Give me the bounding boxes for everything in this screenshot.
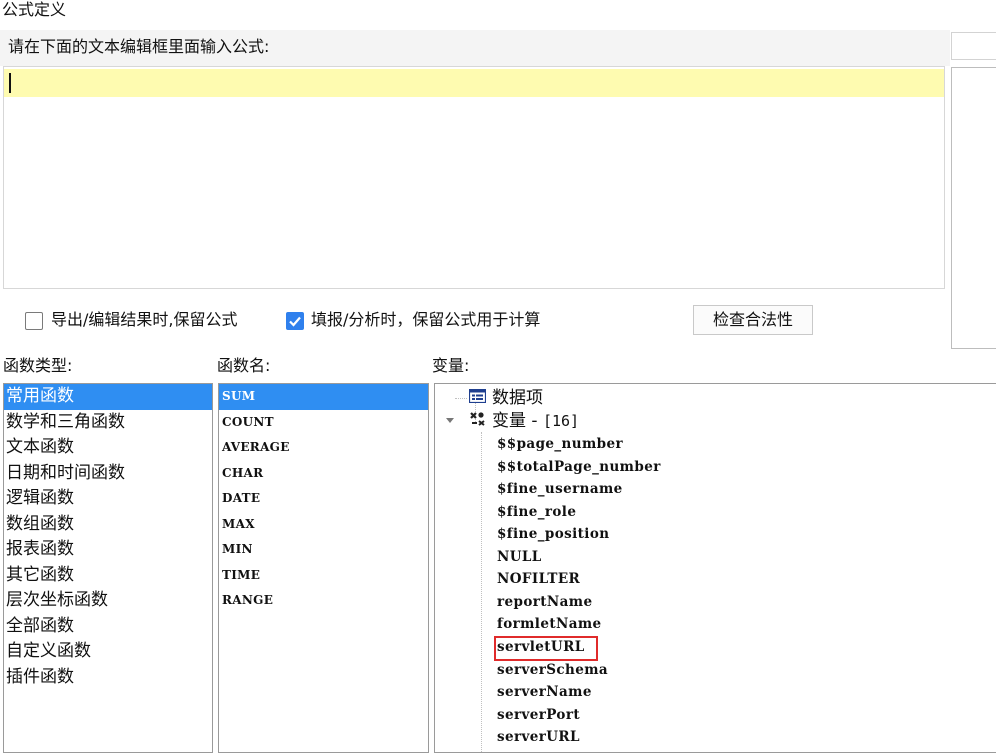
function-name-list[interactable]: SUM COUNT AVERAGE CHAR DATE MAX MIN TIME… [218,383,429,753]
variable-item[interactable]: $fine_role [497,501,576,523]
search-input[interactable] [951,32,996,60]
function-name-item[interactable]: AVERAGE [219,435,428,461]
function-type-item[interactable]: 逻辑函数 [4,486,212,512]
function-name-item[interactable]: MAX [219,512,428,538]
variables-count: [16] [542,412,580,430]
function-type-item[interactable]: 其它函数 [4,563,212,589]
function-type-item[interactable]: 自定义函数 [4,639,212,665]
function-name-item[interactable]: CHAR [219,461,428,487]
editor-instruction: 请在下面的文本编辑框里面输入公式: [8,37,270,56]
keep-formula-export-label[interactable]: 导出/编辑结果时,保留公式 [51,309,237,331]
current-line-highlight [4,69,944,97]
variable-tree[interactable]: 数据项 变量 - [16] $$page_number $$totalPage_… [434,383,996,753]
function-type-item[interactable]: 日期和时间函数 [4,461,212,487]
variable-item[interactable]: reportName [497,591,592,613]
function-type-item[interactable]: 文本函数 [4,435,212,461]
variable-item[interactable]: $fine_username [497,478,623,500]
variable-item[interactable]: NULL [497,546,542,568]
expand-arrow-icon[interactable] [444,411,456,433]
function-type-item[interactable]: 插件函数 [4,665,212,691]
variable-item[interactable]: formletName [497,613,602,635]
function-name-heading: 函数名: [217,356,271,375]
description-panel [951,67,996,349]
window-title: 公式定义 [2,0,67,19]
highlight-box [494,636,598,661]
variable-item[interactable]: $fine_position [497,523,609,545]
variable-heading: 变量: [432,356,470,375]
function-name-item[interactable]: COUNT [219,410,428,436]
keep-formula-fill-checkbox[interactable] [286,312,304,330]
function-type-item[interactable]: 层次坐标函数 [4,588,212,614]
function-name-item[interactable]: RANGE [219,588,428,614]
tree-node-data-items[interactable]: 数据项 [468,387,543,409]
tree-connector [455,398,467,399]
variable-item[interactable]: serverURL [497,726,580,748]
function-name-item[interactable]: MIN [219,537,428,563]
keep-formula-fill-label[interactable]: 填报/分析时，保留公式用于计算 [311,309,540,331]
variable-icon [469,410,486,432]
function-name-item[interactable]: SUM [219,384,428,410]
tree-node-variables[interactable]: 变量 - [16] [469,410,579,432]
variable-item[interactable]: NOFILTER [497,568,580,590]
variable-item[interactable]: serverPort [497,704,580,726]
tree-node-label: 变量 - [492,411,543,431]
table-icon [468,387,487,409]
function-name-item[interactable]: TIME [219,563,428,589]
function-type-item[interactable]: 数学和三角函数 [4,410,212,436]
function-name-item[interactable]: DATE [219,486,428,512]
function-type-item[interactable]: 常用函数 [4,384,212,410]
tree-node-label: 数据项 [492,388,543,408]
function-type-list[interactable]: 常用函数 数学和三角函数 文本函数 日期和时间函数 逻辑函数 数组函数 报表函数… [3,383,213,753]
function-type-item[interactable]: 报表函数 [4,537,212,563]
checkmark-icon [289,316,301,327]
check-validity-button[interactable]: 检查合法性 [693,305,813,335]
variable-item[interactable]: serverSchema [497,659,608,681]
tree-connector [481,432,482,752]
function-type-item[interactable]: 全部函数 [4,614,212,640]
text-caret [9,73,11,93]
variable-item[interactable]: serverName [497,681,592,703]
function-type-heading: 函数类型: [3,356,73,375]
keep-formula-export-checkbox[interactable] [25,312,43,330]
function-type-item[interactable]: 数组函数 [4,512,212,538]
variable-item[interactable]: $$page_number [497,433,623,455]
formula-editor[interactable] [3,66,945,289]
variable-item[interactable]: $$totalPage_number [497,456,661,478]
